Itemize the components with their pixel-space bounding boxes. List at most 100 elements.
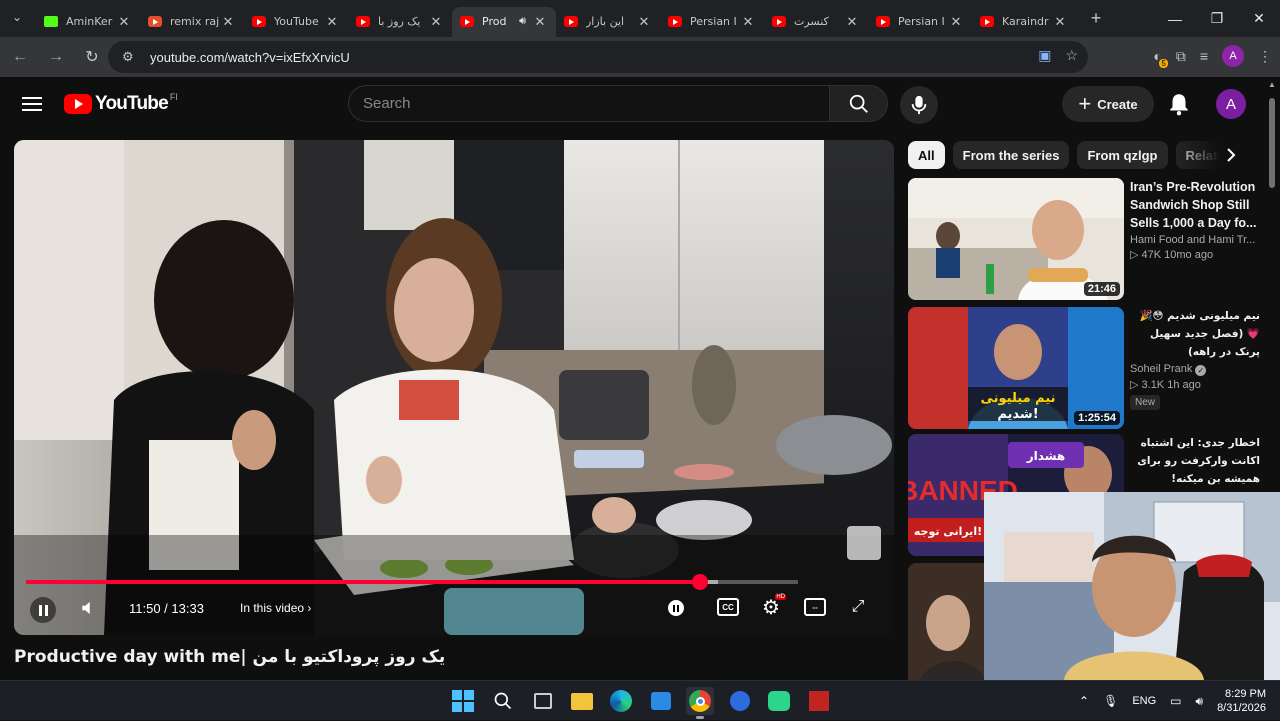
- close-tab-icon[interactable]: ✕: [116, 14, 132, 30]
- close-window-icon[interactable]: ✕: [1238, 0, 1280, 37]
- system-tray: ⌃ 🎙︎ ENG ▭ 🔊︎ 8:29 PM 8/31/2026: [1079, 681, 1280, 721]
- filter-chip[interactable]: From the series: [952, 141, 1070, 169]
- video-meta: ▷ 3.1K 1h ago: [1130, 379, 1201, 391]
- extensions-puzzle-icon[interactable]: ⧉: [1176, 48, 1186, 65]
- chrome-button[interactable]: [686, 687, 714, 719]
- player-controls: 11:50 / 13:33 In this video › CC ⚙ HD ⇔ …: [14, 583, 894, 635]
- filter-chip[interactable]: All: [908, 141, 945, 169]
- start-button[interactable]: [449, 687, 477, 715]
- browser-tab[interactable]: کنسرت ✕: [764, 7, 868, 37]
- browser-tab[interactable]: این بازار ✕: [556, 7, 660, 37]
- browser-tab[interactable]: remix raj ✕: [140, 7, 244, 37]
- site-info-icon[interactable]: ⚙: [122, 49, 138, 65]
- store-icon: [651, 692, 671, 710]
- browser-tab[interactable]: AminKer ✕: [36, 7, 140, 37]
- chapter-label: In this video: [240, 601, 305, 615]
- network-icon[interactable]: ▭: [1170, 694, 1181, 708]
- create-button[interactable]: + Create: [1062, 86, 1154, 122]
- game-button[interactable]: [805, 687, 833, 715]
- chevron-right-icon: [1227, 148, 1236, 162]
- edge-button[interactable]: [607, 687, 635, 715]
- volume-button[interactable]: [78, 597, 100, 619]
- voice-search-button[interactable]: [900, 86, 938, 124]
- page-scrollbar-thumb[interactable]: [1269, 98, 1275, 188]
- youtube-logo[interactable]: YouTube FI: [64, 92, 178, 115]
- search-button[interactable]: [830, 85, 888, 122]
- recommended-video-title[interactable]: اخطار جدی: این اشتباه اکانت وارکرفت رو ب…: [1130, 434, 1260, 488]
- recommended-video[interactable]: نیم میلیونی شدیم! 1:25:54 نیم میلیونی شد…: [908, 307, 1264, 429]
- channel-name[interactable]: Soheil Prank ✓: [1130, 363, 1260, 376]
- channel-watermark[interactable]: [847, 526, 881, 560]
- kebab-menu-icon[interactable]: ⋮: [1258, 48, 1272, 65]
- close-tab-icon[interactable]: ✕: [844, 14, 860, 30]
- settings-button[interactable]: ⚙ HD: [760, 594, 786, 619]
- extension-icon[interactable]: ◐ 5: [1153, 48, 1168, 68]
- minimize-icon[interactable]: —: [1154, 0, 1196, 37]
- close-tab-icon[interactable]: ✕: [1052, 14, 1068, 30]
- microphone-icon[interactable]: 🎙︎: [1103, 694, 1118, 708]
- restore-icon[interactable]: ❐: [1196, 0, 1238, 37]
- new-tab-button[interactable]: +: [1082, 8, 1110, 29]
- subtitles-button[interactable]: CC: [717, 598, 739, 616]
- scroll-up-icon[interactable]: ▲: [1268, 80, 1276, 89]
- browser-tab[interactable]: Prod 🔊︎ ✕: [452, 6, 556, 37]
- taskbar-search-button[interactable]: [489, 687, 517, 715]
- autoplay-pause-icon: [673, 604, 679, 612]
- tab-audio-icon[interactable]: 🔊︎: [519, 15, 526, 28]
- browser-tab-strip: ⌄ AminKer ✕ remix raj ✕ YouTube ✕ یک روز با ✕ Pr…: [0, 0, 1280, 37]
- show-hidden-icons-icon[interactable]: ⌃: [1079, 694, 1089, 708]
- browser-tab[interactable]: YouTube ✕: [244, 7, 348, 37]
- back-icon[interactable]: ←: [4, 48, 36, 66]
- theater-mode-button[interactable]: ⇔: [804, 598, 826, 616]
- recommended-video[interactable]: 21:46 Iran’s Pre-Revolution Sandwich Sho…: [908, 178, 1264, 300]
- chips-next-button[interactable]: [1220, 141, 1242, 169]
- close-tab-icon[interactable]: ✕: [948, 14, 964, 30]
- video-thumbnail[interactable]: نیم میلیونی شدیم! 1:25:54: [908, 307, 1124, 429]
- tab-title: Persian I: [898, 15, 945, 28]
- filter-chip[interactable]: From qzlgp: [1077, 141, 1168, 169]
- close-tab-icon[interactable]: ✕: [532, 14, 548, 30]
- browser-tab[interactable]: Persian I ✕: [660, 7, 764, 37]
- close-tab-icon[interactable]: ✕: [428, 14, 444, 30]
- address-bar[interactable]: ⚙ youtube.com/watch?v=ixEfxXrvicU ▣ ☆: [108, 41, 1088, 73]
- autoplay-toggle[interactable]: [668, 600, 684, 616]
- search-input[interactable]: [363, 95, 829, 112]
- bookmark-star-icon[interactable]: ☆: [1065, 47, 1078, 64]
- url-text[interactable]: youtube.com/watch?v=ixEfxXrvicU: [150, 50, 350, 65]
- streaming-app-button[interactable]: [765, 687, 793, 715]
- app-button[interactable]: [726, 687, 754, 715]
- browser-tab[interactable]: یک روز با ✕: [348, 7, 452, 37]
- in-this-video-button[interactable]: In this video ›: [240, 601, 311, 615]
- browser-tab[interactable]: Karaindr ✕: [972, 7, 1076, 37]
- theater-icon: ⇔: [810, 602, 820, 612]
- clock[interactable]: 8:29 PM 8/31/2026: [1217, 687, 1266, 715]
- speaker-icon[interactable]: 🔊︎: [1196, 694, 1204, 709]
- fullscreen-button[interactable]: ⤢: [847, 596, 869, 618]
- store-button[interactable]: [647, 687, 675, 715]
- notifications-bell-icon[interactable]: [1166, 91, 1192, 117]
- video-player[interactable]: 11:50 / 13:33 In this video › CC ⚙ HD ⇔ …: [14, 140, 894, 635]
- close-tab-icon[interactable]: ✕: [740, 14, 756, 30]
- account-avatar[interactable]: A: [1216, 89, 1246, 119]
- cast-icon[interactable]: ▣: [1038, 47, 1051, 64]
- close-tab-icon[interactable]: ✕: [636, 14, 652, 30]
- task-view-button[interactable]: [529, 687, 557, 715]
- video-meta: ▷ 47K 10mo ago: [1130, 249, 1214, 261]
- close-tab-icon[interactable]: ✕: [324, 14, 340, 30]
- recommended-video-title[interactable]: نیم میلیونی شدیم 😳🎉💗 (فصل جدید سهیل پرنک…: [1130, 307, 1260, 361]
- channel-name[interactable]: Hami Food and Hami Tr...: [1130, 234, 1260, 246]
- recommended-video-title[interactable]: Iran’s Pre-Revolution Sandwich Shop Stil…: [1130, 178, 1260, 232]
- file-explorer-button[interactable]: [568, 687, 596, 715]
- profile-avatar[interactable]: A: [1222, 45, 1244, 67]
- tab-search-icon[interactable]: ⌄: [8, 10, 26, 28]
- video-thumbnail[interactable]: 21:46: [908, 178, 1124, 300]
- reload-icon[interactable]: ↻: [76, 47, 108, 67]
- pause-button[interactable]: [30, 597, 56, 623]
- youtube-icon: [460, 16, 474, 27]
- hamburger-menu-icon[interactable]: [20, 93, 44, 117]
- browser-tab[interactable]: Persian I ✕: [868, 7, 972, 37]
- close-tab-icon[interactable]: ✕: [220, 14, 236, 30]
- media-controls-icon[interactable]: ≡: [1200, 48, 1208, 64]
- forward-icon[interactable]: →: [40, 48, 72, 66]
- language-indicator[interactable]: ENG: [1132, 695, 1156, 707]
